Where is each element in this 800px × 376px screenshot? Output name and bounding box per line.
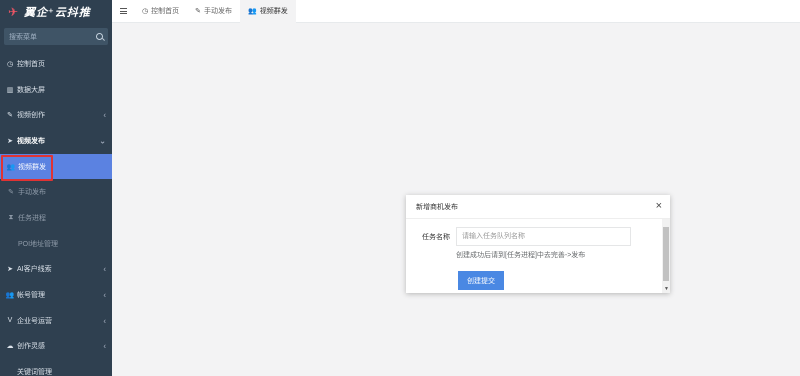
tab-label: 控制首页 <box>151 8 180 15</box>
hint-text: 创建成功后请到[任务进程]中去完善->发布 <box>456 252 586 259</box>
tab-manual-publish[interactable]: ✎ 手动发布 <box>187 0 240 23</box>
highlight-outline <box>1 155 53 181</box>
logo-icon: ✈ <box>7 5 19 19</box>
modal-title: 新增商机发布 <box>416 203 458 211</box>
modal-body: 任务名称 创建成功后请到[任务进程]中去完善->发布 创建提交 ▼ <box>406 219 670 293</box>
brand-title: 翼企⁺云抖推 <box>24 7 91 19</box>
sidebar-item-account-management[interactable]: 👥 帐号管理 ‹ <box>0 282 112 308</box>
sidebar-search[interactable]: 搜索菜单 <box>4 28 108 45</box>
task-name-input[interactable] <box>456 227 631 246</box>
menu-toggle-icon[interactable] <box>112 0 134 23</box>
sidebar-item-label: POI地址管理 <box>18 240 59 248</box>
sidebar-item-video-publish[interactable]: ➤ 视频发布 ⌄ <box>0 128 112 154</box>
sidebar-item-label: 帐号管理 <box>17 292 45 300</box>
sidebar-item-label: 手动发布 <box>18 189 46 197</box>
search-icon[interactable] <box>96 33 103 40</box>
users-icon: 👥 <box>247 8 257 15</box>
modal-scrollbar[interactable]: ▼ <box>662 219 670 293</box>
sidebar-item-label: 关键词管理 <box>17 369 52 376</box>
send-icon: ➤ <box>7 137 13 145</box>
dashboard-icon: ◷ <box>6 60 14 68</box>
scroll-down-arrow-icon[interactable]: ▼ <box>664 286 669 292</box>
tab-video-mass-publish[interactable]: 👥 视频群发 <box>239 0 296 23</box>
sidebar-item-video-creation[interactable]: ✎ 视频创作 ‹ <box>0 102 112 128</box>
sidebar-item-creative-inspiration[interactable]: ☁ 创作灵感 ‹ <box>0 334 112 360</box>
chevron-left-icon: ‹ <box>103 290 106 300</box>
sidebar-item-label: 数据大屏 <box>17 86 45 94</box>
close-icon[interactable]: × <box>656 201 662 212</box>
brand[interactable]: ✈ 翼企⁺云抖推 <box>0 0 112 24</box>
tab-label: 手动发布 <box>203 8 232 15</box>
tab-dashboard[interactable]: ◷ 控制首页 <box>134 0 187 23</box>
sidebar-item-label: 企业号运营 <box>17 317 52 325</box>
cloud-icon: ☁ <box>6 343 14 351</box>
sidebar-item-ai-leads[interactable]: ➤ AI客户线索 ‹ <box>0 257 112 283</box>
pencil-icon: ✎ <box>7 112 13 120</box>
sidebar-item-enterprise-ops[interactable]: V 企业号运营 ‹ <box>0 308 112 334</box>
sidebar-item-keyword-management[interactable]: 关键词管理 <box>0 359 112 376</box>
users-icon: 👥 <box>5 292 15 300</box>
dashboard-icon: ◷ <box>142 8 149 15</box>
sidebar-item-label: 控制首页 <box>17 60 45 68</box>
sidebar-item-poi-management[interactable]: POI地址管理 <box>0 231 112 257</box>
scrollbar-thumb[interactable] <box>663 227 669 281</box>
bar-chart-icon: ▥ <box>6 86 14 94</box>
sidebar-item-label: 视频发布 <box>17 137 45 145</box>
sidebar-item-manual-publish[interactable]: ✎ 手动发布 <box>0 179 112 205</box>
vimeo-icon: V <box>7 317 13 325</box>
sidebar-item-task-progress[interactable]: ⧗ 任务进程 <box>0 205 112 231</box>
top-tab-bar: ◷ 控制首页 ✎ 手动发布 👥 视频群发 <box>112 0 800 23</box>
task-name-label: 任务名称 <box>422 234 450 241</box>
edit-icon: ✎ <box>195 8 201 15</box>
sidebar-item-dashboard[interactable]: ◷ 控制首页 <box>0 51 112 77</box>
hourglass-icon: ⧗ <box>8 213 14 221</box>
tab-label: 视频群发 <box>259 8 288 15</box>
chevron-left-icon: ‹ <box>103 316 106 326</box>
sidebar-search-placeholder: 搜索菜单 <box>9 33 37 41</box>
create-submit-button[interactable]: 创建提交 <box>458 271 504 290</box>
chevron-left-icon: ‹ <box>103 264 106 274</box>
sidebar-item-label: AI客户线索 <box>17 266 52 274</box>
send-icon: ➤ <box>7 266 13 274</box>
chevron-left-icon: ‹ <box>103 341 106 351</box>
new-opportunity-modal: 新增商机发布 × 任务名称 创建成功后请到[任务进程]中去完善->发布 创建提交… <box>406 195 670 293</box>
sidebar-item-label: 任务进程 <box>18 214 46 222</box>
sidebar: ✈ 翼企⁺云抖推 搜索菜单 ◷ 控制首页 ▥ 数据大屏 ✎ 视频创作 ‹ ➤ 视… <box>0 0 112 376</box>
sidebar-item-label: 创作灵感 <box>17 343 45 351</box>
chevron-down-icon: ⌄ <box>99 136 106 146</box>
sidebar-item-data-screen[interactable]: ▥ 数据大屏 <box>0 77 112 103</box>
edit-icon: ✎ <box>8 189 14 197</box>
sidebar-item-label: 视频创作 <box>17 112 45 120</box>
chevron-left-icon: ‹ <box>103 110 106 120</box>
modal-header: 新增商机发布 × <box>406 195 670 219</box>
